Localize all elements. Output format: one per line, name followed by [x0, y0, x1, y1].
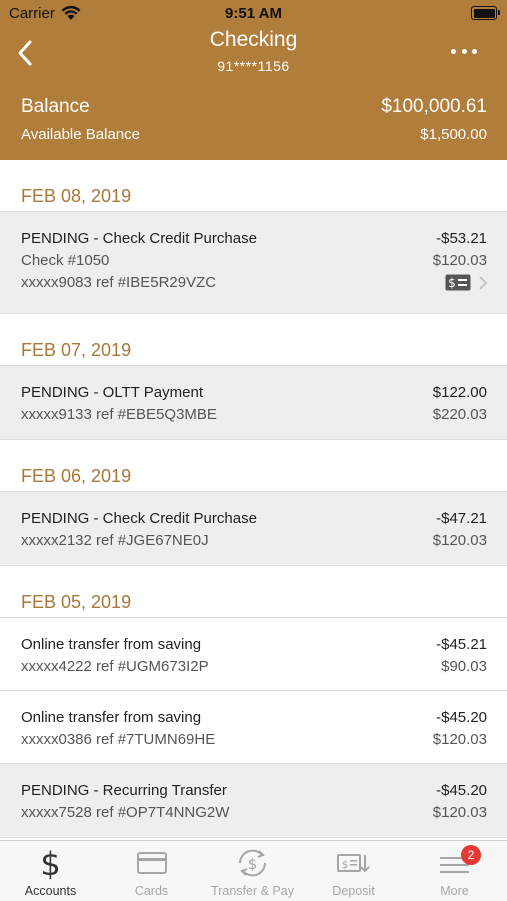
transaction-amount: -$45.20	[436, 709, 487, 726]
transaction-description: Online transfer from saving	[21, 709, 202, 726]
transaction-amount: -$45.21	[436, 636, 487, 653]
transaction-reference: xxxxx9133 ref #EBE5Q3MBE	[21, 406, 217, 423]
account-number: 91****1156	[217, 58, 290, 74]
dollar-icon: $	[40, 847, 60, 879]
tab-deposit[interactable]: $ Deposit	[303, 841, 404, 901]
dot-icon	[461, 48, 467, 54]
transaction-row[interactable]: PENDING - Recurring Transfer xxxxx7528 r…	[0, 764, 507, 838]
transaction-row[interactable]: Online transfer from saving xxxxx4222 re…	[0, 618, 507, 691]
transaction-list[interactable]: FEB 08, 2019 PENDING - Check Credit Purc…	[0, 160, 507, 840]
balance-label: Balance	[21, 96, 90, 117]
tab-label: More	[440, 884, 469, 898]
tab-cards[interactable]: Cards	[101, 841, 202, 901]
date-header: FEB 06, 2019	[0, 440, 507, 492]
svg-text:$: $	[248, 855, 258, 873]
svg-text:$: $	[448, 276, 456, 290]
tab-label: Cards	[134, 884, 169, 898]
running-balance: $90.03	[441, 658, 487, 675]
transaction-amount: $122.00	[432, 384, 487, 401]
tab-transfer-pay[interactable]: $ Transfer & Pay	[202, 841, 303, 901]
transaction-description: Online transfer from saving	[21, 636, 202, 653]
status-bar: Carrier 9:51 AM	[0, 0, 507, 28]
tab-bar: $ Accounts Cards $ Transfer & Pay $ Depo…	[0, 840, 507, 901]
running-balance: $120.03	[432, 252, 487, 269]
transaction-description: PENDING - OLTT Payment	[21, 384, 203, 401]
svg-text:$: $	[342, 860, 348, 871]
page-title: Checking	[209, 28, 298, 51]
balance-value: $100,000.61	[381, 96, 487, 117]
more-options-button[interactable]	[451, 43, 477, 59]
date-header: FEB 05, 2019	[0, 566, 507, 618]
transaction-row[interactable]: PENDING - Check Credit Purchase Check #1…	[0, 212, 507, 314]
clock: 9:51 AM	[225, 5, 282, 22]
account-header: Carrier 9:51 AM Checking 91****1156 Bala…	[0, 0, 507, 160]
transaction-row[interactable]: Online transfer from saving xxxxx0386 re…	[0, 691, 507, 764]
notification-badge: 2	[461, 845, 481, 865]
transaction-reference: xxxxx4222 ref #UGM673I2P	[21, 658, 209, 675]
transaction-description: PENDING - Check Credit Purchase	[21, 510, 257, 527]
transaction-row[interactable]: PENDING - OLTT Payment xxxxx9133 ref #EB…	[0, 366, 507, 440]
transaction-reference: xxxxx2132 ref #JGE67NE0J	[21, 532, 209, 549]
running-balance: $120.03	[432, 532, 487, 549]
transaction-amount: -$47.21	[436, 510, 487, 527]
transaction-amount: -$45.20	[436, 782, 487, 799]
check-image-icon[interactable]: $	[445, 274, 471, 291]
transaction-reference: xxxxx9083 ref #IBE5R29VZC	[21, 274, 217, 291]
tab-accounts[interactable]: $ Accounts	[0, 841, 101, 901]
chevron-right-icon	[479, 276, 488, 290]
tab-more[interactable]: 2 More	[404, 841, 505, 901]
transaction-description: PENDING - Check Credit Purchase	[21, 230, 257, 247]
transaction-description: PENDING - Recurring Transfer	[21, 782, 227, 799]
menu-icon	[440, 857, 469, 873]
running-balance: $120.03	[432, 731, 487, 748]
transaction-reference: xxxxx7528 ref #OP7T4NNG2W	[21, 804, 230, 821]
running-balance: $220.03	[432, 406, 487, 423]
transaction-reference: xxxxx0386 ref #7TUMN69HE	[21, 731, 216, 748]
available-balance-value: $1,500.00	[420, 126, 487, 143]
deposit-icon: $	[337, 854, 370, 873]
tab-label: Accounts	[24, 884, 77, 898]
battery-icon	[471, 6, 500, 20]
available-balance-label: Available Balance	[21, 126, 140, 143]
transfer-icon: $	[239, 849, 266, 877]
card-icon	[137, 852, 167, 874]
transaction-row[interactable]: PENDING - Check Credit Purchase xxxxx213…	[0, 492, 507, 566]
dot-icon	[451, 48, 456, 54]
svg-text:$: $	[40, 847, 60, 879]
tab-label: Deposit	[332, 884, 375, 898]
dot-icon	[472, 48, 477, 54]
date-header: FEB 08, 2019	[0, 160, 507, 212]
transaction-amount: -$53.21	[436, 230, 487, 247]
running-balance: $120.03	[432, 804, 487, 821]
tab-label: Transfer & Pay	[211, 884, 294, 898]
date-header: FEB 07, 2019	[0, 314, 507, 366]
check-number: Check #1050	[21, 252, 110, 269]
